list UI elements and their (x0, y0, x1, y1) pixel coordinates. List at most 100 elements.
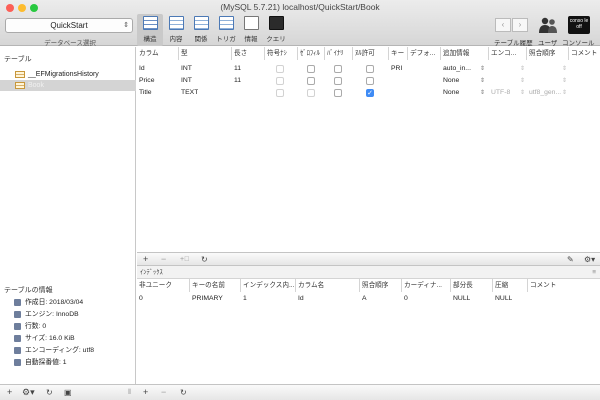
seq-in-index-cell[interactable]: 1 (241, 293, 247, 305)
sub-part-cell[interactable]: NULL (451, 293, 470, 305)
column-header[interactable]: 照合順序 (527, 47, 569, 60)
structure-tab[interactable]: 構造 (137, 14, 163, 46)
binary-checkbox[interactable] (334, 65, 342, 73)
column-header[interactable]: 符号ﾅｼ (265, 47, 298, 60)
structure-tab-label: 構造 (143, 36, 157, 43)
table-row[interactable]: Id INT 11 PRI auto_in... ⇕ ⇕ ⇕ (137, 63, 600, 75)
column-name-cell[interactable]: Id (296, 293, 304, 305)
allow-null-checkbox[interactable] (366, 77, 374, 85)
refresh-structure-button[interactable]: ↻ (201, 254, 208, 265)
column-header[interactable]: 長さ (232, 47, 265, 60)
table-row[interactable]: 0 PRIMARY 1 Id A 0 NULL NULL (137, 293, 600, 305)
column-type-cell[interactable]: TEXT (179, 87, 198, 99)
comment-cell[interactable] (528, 293, 530, 305)
add-index-button[interactable]: + (143, 387, 148, 398)
triggers-tab[interactable]: トリガ (213, 14, 239, 46)
column-length-cell[interactable]: 11 (232, 75, 241, 87)
add-table-button[interactable]: + (7, 387, 12, 398)
indexes-header-row: 非ユニーク キーの名前 インデックス内... カラム名 照合順序 カーディナ..… (137, 279, 600, 292)
column-length-cell[interactable] (232, 87, 234, 99)
column-type-cell[interactable]: INT (179, 63, 192, 75)
column-header[interactable]: 圧縮 (493, 279, 528, 292)
table-row[interactable]: Title TEXT ✓ None ⇕ UTF-8 ⇕ utf8_gen... … (137, 87, 600, 99)
refresh-indexes-button[interactable]: ↻ (180, 387, 187, 398)
duplicate-field-button[interactable]: +⃞ (180, 254, 189, 265)
column-header[interactable]: 部分長 (451, 279, 493, 292)
remove-field-button[interactable]: − (161, 254, 166, 265)
column-header[interactable]: インデックス内... (241, 279, 296, 292)
binary-checkbox[interactable] (334, 77, 342, 85)
column-name-cell[interactable]: Price (137, 75, 155, 87)
column-header[interactable]: ｾﾞﾛﾌｨﾙ (298, 47, 325, 60)
packed-cell[interactable]: NULL (493, 293, 512, 305)
info-tab-label: 情報 (244, 36, 258, 43)
collation-cell[interactable]: A (360, 293, 367, 305)
allow-null-checkbox[interactable] (366, 65, 374, 73)
column-header[interactable]: デフォ... (408, 47, 441, 60)
menu-icon[interactable]: ≡ (592, 266, 596, 279)
sidebar-item-book[interactable]: Book (0, 80, 136, 91)
add-field-button[interactable]: + (143, 254, 148, 265)
extra-cell[interactable]: None (441, 75, 481, 87)
extra-cell[interactable]: None (441, 87, 481, 99)
unsigned-checkbox[interactable] (276, 89, 284, 97)
zerofill-checkbox[interactable] (307, 89, 315, 97)
show-info-button[interactable]: ▣ (64, 387, 72, 398)
column-type-cell[interactable]: INT (179, 75, 192, 87)
column-header[interactable]: コメント (528, 279, 600, 292)
structure-gear-button[interactable]: ⚙▾ (584, 254, 595, 265)
column-header[interactable]: 非ユニーク (137, 279, 190, 292)
column-name-cell[interactable]: Title (137, 87, 152, 99)
console-label: コンソール (562, 40, 595, 47)
extra-cell[interactable]: auto_in... (441, 63, 481, 75)
key-cell[interactable] (389, 87, 391, 99)
zerofill-checkbox[interactable] (307, 77, 315, 85)
column-header[interactable]: 追加情報 (441, 47, 489, 60)
default-cell[interactable] (408, 87, 410, 99)
default-cell[interactable] (408, 63, 410, 75)
unsigned-checkbox[interactable] (276, 77, 284, 85)
column-header[interactable]: ﾇﾙ許可 (353, 47, 389, 60)
collation-cell[interactable]: utf8_gen... (527, 87, 563, 99)
back-button[interactable]: ‹ (495, 18, 511, 32)
unsigned-checkbox[interactable] (276, 65, 284, 73)
relations-tab[interactable]: 関係 (188, 14, 214, 46)
column-header[interactable]: カラム (137, 47, 179, 60)
column-header[interactable]: キーの名前 (190, 279, 241, 292)
column-header[interactable]: 照合順序 (360, 279, 402, 292)
column-header[interactable]: カーディナ... (402, 279, 451, 292)
key-name-cell[interactable]: PRIMARY (190, 293, 223, 305)
zerofill-checkbox[interactable] (307, 65, 315, 73)
duplicate-icon: +⃞ (180, 256, 190, 263)
column-header[interactable]: コメント (569, 47, 600, 60)
forward-button[interactable]: › (512, 18, 528, 32)
gear-menu-button[interactable]: ⚙▾ (22, 387, 35, 398)
allow-null-checkbox[interactable]: ✓ (366, 89, 374, 97)
refresh-button[interactable]: ↻ (46, 387, 53, 398)
cardinality-cell[interactable]: 0 (402, 293, 408, 305)
column-header[interactable]: 型 (179, 47, 232, 60)
column-header[interactable]: エンコ... (489, 47, 527, 60)
table-row[interactable]: Price INT 11 None ⇕ ⇕ ⇕ (137, 75, 600, 87)
column-header[interactable]: カラム名 (296, 279, 360, 292)
remove-index-button[interactable]: − (161, 387, 166, 398)
column-header[interactable]: ﾊﾞｲﾅﾘ (325, 47, 353, 60)
splitter-handle[interactable]: ⦀ (128, 387, 131, 398)
database-select[interactable]: QuickStart ⇕ (5, 18, 133, 33)
encoding-cell[interactable]: UTF-8 (489, 87, 519, 99)
column-name-cell[interactable]: Id (137, 63, 145, 75)
query-tab[interactable]: クエリ (263, 14, 289, 46)
non-unique-cell[interactable]: 0 (137, 293, 143, 305)
edit-button[interactable]: ✎ (567, 254, 574, 265)
users-button[interactable] (538, 16, 558, 34)
content-tab[interactable]: 内容 (163, 14, 189, 46)
key-cell[interactable] (389, 75, 391, 87)
column-header[interactable]: キー (389, 47, 408, 60)
console-button[interactable]: conso le off (568, 16, 590, 34)
key-cell[interactable]: PRI (389, 63, 402, 75)
column-length-cell[interactable]: 11 (232, 63, 241, 75)
binary-checkbox[interactable] (334, 89, 342, 97)
default-cell[interactable] (408, 75, 410, 87)
sidebar-item-efmigrationshistory[interactable]: __EFMigrationsHistory (0, 69, 136, 80)
info-tab[interactable]: 情報 (238, 14, 264, 46)
